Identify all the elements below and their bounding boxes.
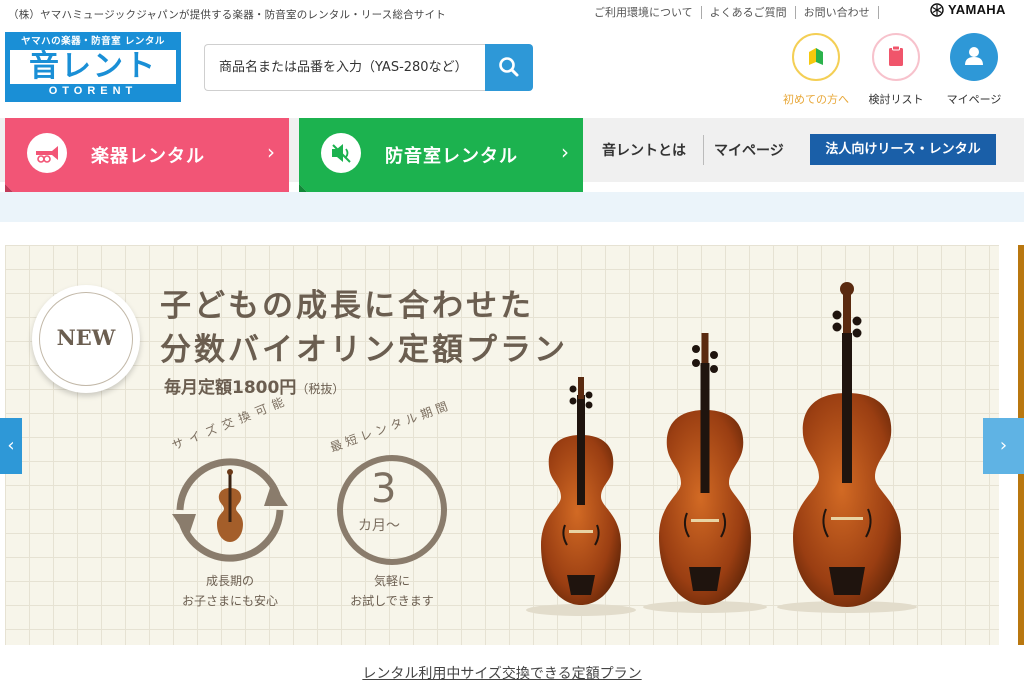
new-badge: NEW xyxy=(32,285,140,393)
nav-divider xyxy=(703,135,704,165)
medium-violin xyxy=(643,333,767,613)
wishlist-button[interactable]: 検討リスト xyxy=(860,33,932,107)
size-caption: 成長期の お子さまにも安心 xyxy=(170,571,290,611)
soundproof-rental-label: 防音室レンタル xyxy=(385,146,518,167)
chevron-right-icon: › xyxy=(561,140,569,164)
utility-links: ご利用環境について よくあるご質問 お問い合わせ xyxy=(594,6,879,19)
search-input[interactable] xyxy=(204,44,486,91)
small-violin xyxy=(526,377,636,616)
user-icon xyxy=(950,33,998,81)
search-bar xyxy=(204,44,533,91)
yamaha-tuning-fork-icon xyxy=(930,2,944,17)
size-exchange-arc-label: サイズ交換可能 xyxy=(170,392,292,453)
instrument-rental-label: 楽器レンタル xyxy=(91,146,205,167)
min-period-number: 3 xyxy=(371,466,397,512)
wishlist-label: 検討リスト xyxy=(868,93,924,106)
price-main: 毎月定額1800円 xyxy=(164,378,297,398)
notice-strip xyxy=(0,192,1024,222)
new-badge-label: NEW xyxy=(56,325,116,350)
main-nav: 楽器レンタル › 防音室レンタル › 音レントとは マイページ 法人向けリース・… xyxy=(0,118,1024,192)
carousel-next-button[interactable]: › xyxy=(983,418,1024,474)
size-caption-line1: 成長期の xyxy=(205,574,254,588)
min-period-arc-label: 最短レンタル期間 xyxy=(328,398,453,455)
faq-link[interactable]: よくあるご質問 xyxy=(702,6,796,19)
mute-speaker-icon xyxy=(321,133,361,173)
trial-caption: 気軽に お試しできます xyxy=(332,571,452,611)
instrument-rental-button[interactable]: 楽器レンタル › xyxy=(5,118,289,192)
trumpet-icon xyxy=(27,133,67,173)
yamaha-logo[interactable]: YAMAHA xyxy=(930,2,1006,17)
hero-caption-link-wrap: レンタル利用中サイズ交換できる定額プラン xyxy=(0,663,1004,682)
search-icon xyxy=(499,57,519,77)
mypage-label: マイページ xyxy=(946,93,1002,106)
price-tax: （税抜） xyxy=(296,382,345,396)
otorent-logo[interactable]: ヤマハの楽器・防音室 レンタル 音レント OTORENT xyxy=(5,32,181,102)
exchange-cycle-icon xyxy=(172,458,288,562)
hero-caption-link[interactable]: レンタル利用中サイズ交換できる定額プラン xyxy=(362,666,641,682)
trial-caption-line2: お試しできます xyxy=(350,594,434,608)
yamaha-wordmark: YAMAHA xyxy=(948,2,1006,17)
corporate-lease-button[interactable]: 法人向けリース・レンタル xyxy=(810,134,996,165)
trial-caption-line1: 気軽に xyxy=(373,574,410,588)
hero-title-line1: 子どもの成長に合わせた xyxy=(160,288,534,324)
chevron-right-icon: › xyxy=(267,140,275,164)
nav-mypage-link[interactable]: マイページ xyxy=(714,140,784,160)
contact-link[interactable]: お問い合わせ xyxy=(796,6,879,19)
mypage-button[interactable]: マイページ xyxy=(938,33,1010,107)
about-link[interactable]: 音レントとは xyxy=(602,140,686,160)
soundproof-rental-button[interactable]: 防音室レンタル › xyxy=(299,118,583,192)
beginner-label: 初めての方へ xyxy=(783,93,849,106)
hero-price: 毎月定額1800円（税抜） xyxy=(164,373,344,398)
large-violin xyxy=(777,282,917,613)
size-caption-line2: お子さまにも安心 xyxy=(181,594,278,608)
search-button[interactable] xyxy=(485,44,533,91)
logo-subtitle: ヤマハの楽器・防音室 レンタル xyxy=(21,36,165,47)
min-period-unit: カ月〜 xyxy=(358,518,400,534)
beginner-icon xyxy=(792,33,840,81)
hero-title-line2: 分数バイオリン定額プラン xyxy=(160,332,568,368)
logo-name: 音レント xyxy=(10,50,176,84)
carousel-prev-button[interactable]: ‹ xyxy=(0,418,22,474)
logo-english: OTORENT xyxy=(48,85,138,97)
top-strip: （株）ヤマハミュージックジャパンが提供する楽器・防音室のレンタル・リース総合サイ… xyxy=(0,0,1024,26)
site-tagline: （株）ヤマハミュージックジャパンが提供する楽器・防音室のレンタル・リース総合サイ… xyxy=(8,9,446,21)
environment-link[interactable]: ご利用環境について xyxy=(594,6,702,19)
clipboard-icon xyxy=(872,33,920,81)
beginner-guide-button[interactable]: 初めての方へ xyxy=(780,33,852,107)
